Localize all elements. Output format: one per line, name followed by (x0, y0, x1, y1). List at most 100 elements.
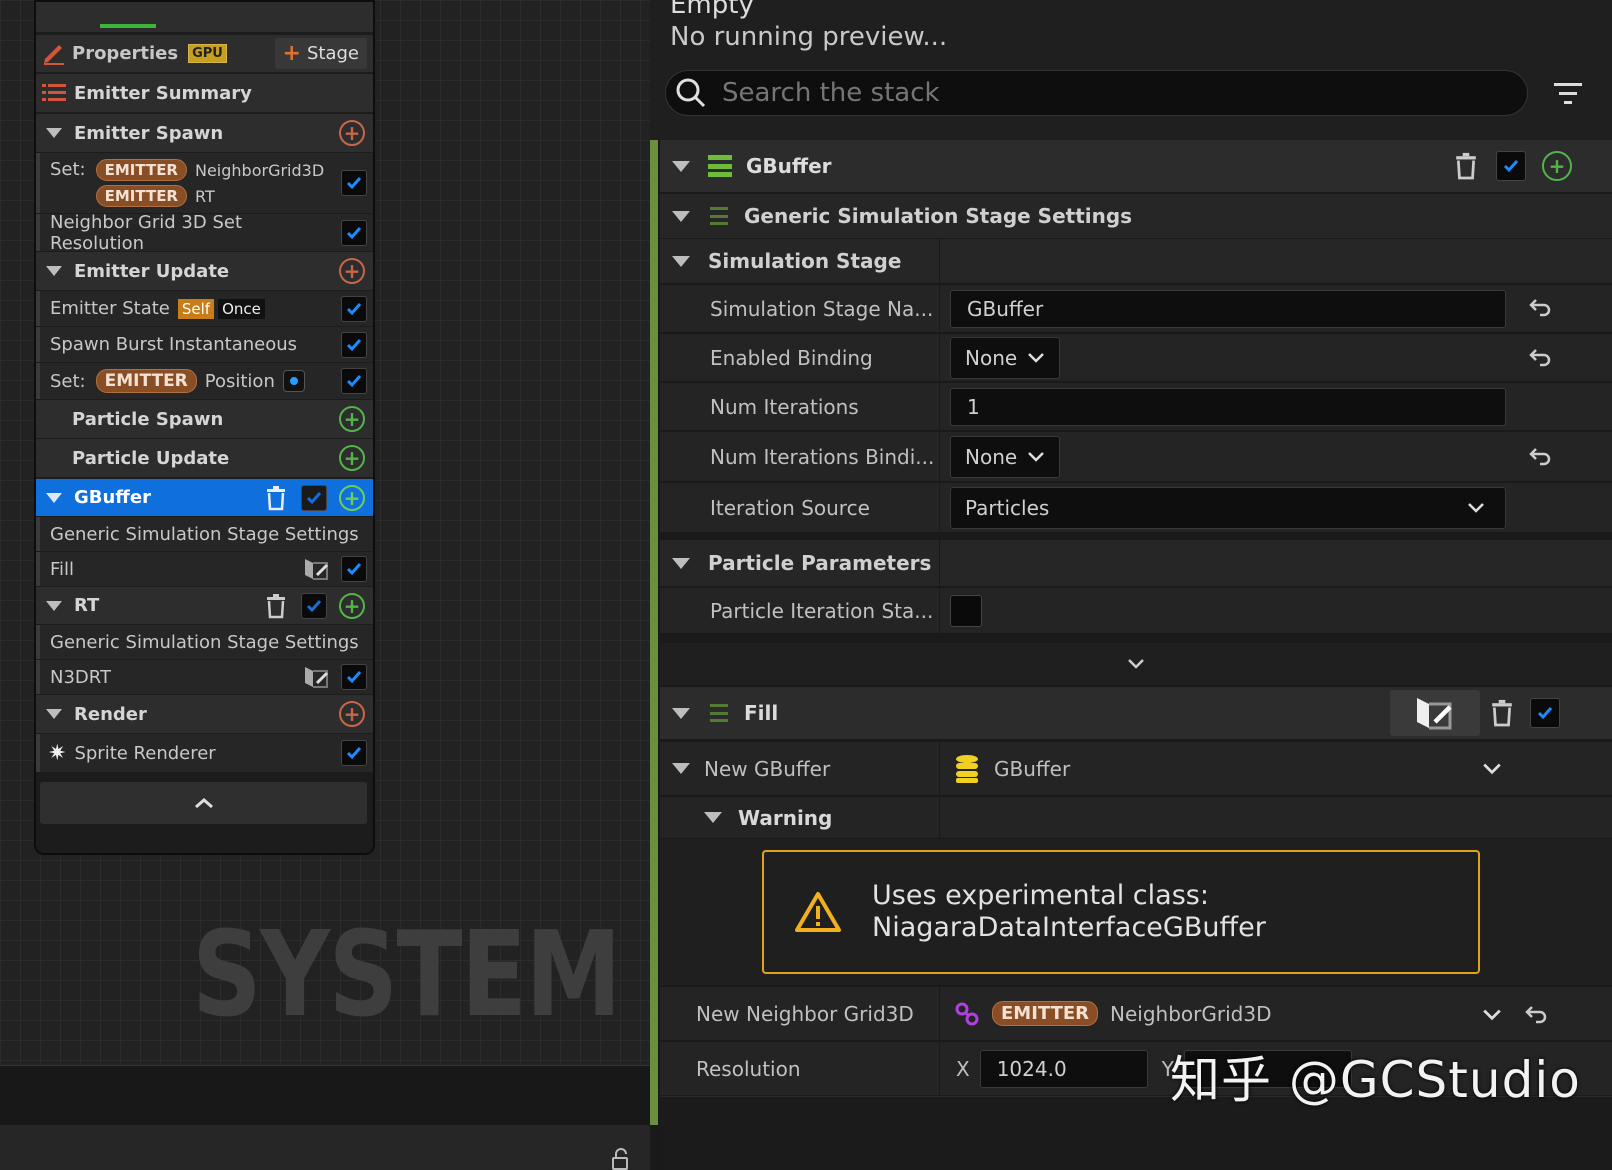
fill-header-row[interactable]: Fill (660, 687, 1612, 739)
collapse-arrow-icon[interactable] (672, 160, 690, 172)
show-advanced-row[interactable] (660, 643, 1612, 685)
collapse-arrow-icon[interactable] (672, 763, 690, 774)
iteration-source-dropdown[interactable]: Particles (950, 486, 1506, 529)
neighbor-grid-resolution-row[interactable]: Neighbor Grid 3D Set Resolution (36, 212, 373, 254)
enable-checkbox[interactable] (341, 219, 367, 246)
add-renderer-icon[interactable]: + (339, 701, 365, 727)
collapse-node-button[interactable] (40, 782, 367, 824)
generic-settings-row[interactable]: Generic Simulation Stage Settings (660, 194, 1612, 238)
warning-category[interactable]: Warning (660, 796, 1612, 838)
particle-update-header[interactable]: Particle Update + (36, 439, 373, 477)
check-icon (346, 302, 362, 315)
reset-arrow-icon[interactable] (1528, 446, 1554, 468)
filter-icon[interactable] (1553, 80, 1583, 106)
enable-checkbox[interactable] (301, 484, 327, 511)
stack-view[interactable]: GBuffer + Generic Simulation Stage Setti… (650, 140, 1612, 1170)
gbuffer-settings-row[interactable]: Generic Simulation Stage Settings (36, 517, 373, 551)
enable-checkbox[interactable] (341, 295, 367, 322)
enable-checkbox[interactable] (1530, 698, 1560, 728)
n3drt-module-row[interactable]: N3DRT (36, 660, 373, 694)
search-input[interactable] (722, 78, 1482, 108)
emitter-node[interactable]: Properties GPU + Stage Emitter Summary E… (34, 0, 375, 855)
enable-checkbox[interactable] (341, 740, 367, 766)
chevron-up-icon (194, 798, 213, 809)
collapse-arrow-icon[interactable] (672, 255, 690, 267)
trash-icon[interactable] (1454, 151, 1478, 181)
module-label: Fill (50, 558, 75, 580)
stage-name-input[interactable]: GBuffer (950, 289, 1506, 328)
reset-arrow-icon[interactable] (1528, 347, 1554, 369)
chevron-down-icon (1028, 451, 1045, 462)
emitter-update-header[interactable]: Emitter Update + (36, 252, 373, 290)
enable-checkbox[interactable] (341, 331, 367, 358)
collapse-arrow-icon[interactable] (672, 707, 690, 719)
enable-checkbox[interactable] (1496, 151, 1526, 181)
simulation-stage-category[interactable]: Simulation Stage (660, 239, 1612, 283)
scratch-pad-icon[interactable] (303, 665, 331, 689)
emitter-spawn-set-row[interactable]: Set: EMITTER NeighborGrid3D EMITTER RT (36, 153, 373, 213)
sprite-burst-icon: ✷ (48, 740, 67, 766)
scratch-pad-button[interactable] (1390, 690, 1480, 736)
add-module-icon[interactable]: + (1542, 151, 1572, 181)
rt-settings-row[interactable]: Generic Simulation Stage Settings (36, 625, 373, 659)
experimental-warning-box: Uses experimental class: NiagaraDataInter… (762, 850, 1480, 974)
add-module-icon[interactable]: + (339, 592, 365, 619)
stack-search[interactable] (665, 70, 1528, 116)
lock-icon[interactable] (610, 1148, 632, 1170)
reset-arrow-icon[interactable] (1524, 1004, 1550, 1026)
collapse-arrow-icon[interactable] (672, 557, 690, 569)
set-position-row[interactable]: Set: EMITTER Position (36, 363, 373, 399)
add-module-icon[interactable]: + (339, 258, 365, 284)
enable-checkbox[interactable] (341, 170, 367, 196)
chevron-down-icon[interactable] (1482, 762, 1502, 776)
node-topbar (36, 2, 373, 32)
warning-icon (795, 892, 841, 932)
resolution-x-input[interactable]: 1024.0 (979, 1049, 1148, 1088)
collapse-arrow-icon[interactable] (704, 812, 722, 823)
collapse-arrow-icon[interactable] (672, 210, 690, 222)
num-iterations-binding-dropdown[interactable]: None (950, 435, 1061, 478)
particle-spawn-title: Particle Spawn (72, 408, 224, 430)
collapse-arrow-icon[interactable] (46, 709, 62, 719)
collapse-arrow-icon[interactable] (46, 128, 62, 138)
collapse-arrow-icon[interactable] (46, 266, 62, 276)
add-module-icon[interactable]: + (339, 406, 365, 432)
chevron-down-icon (1128, 659, 1144, 669)
particle-parameters-category[interactable]: Particle Parameters (660, 540, 1612, 586)
new-neighbor-grid-value[interactable]: EMITTER NeighborGrid3D (940, 987, 1612, 1040)
enable-checkbox[interactable] (341, 368, 367, 394)
gbuffer-stage-header[interactable]: GBuffer + (36, 479, 373, 516)
emitter-state-row[interactable]: Emitter State Self Once (36, 291, 373, 326)
add-module-icon[interactable]: + (339, 445, 365, 471)
new-gbuffer-value[interactable]: GBuffer (940, 742, 1612, 795)
scratch-pad-icon[interactable] (303, 557, 331, 581)
properties-row[interactable]: Properties GPU + Stage (36, 35, 373, 72)
spawn-burst-row[interactable]: Spawn Burst Instantaneous (36, 327, 373, 362)
trash-icon[interactable] (265, 593, 287, 619)
collapse-arrow-icon[interactable] (46, 492, 62, 503)
num-iterations-input[interactable]: 1 (950, 387, 1506, 426)
reset-arrow-icon[interactable] (1528, 297, 1554, 319)
trash-icon[interactable] (1490, 698, 1514, 728)
enabled-binding-dropdown[interactable]: None (950, 336, 1061, 379)
sprite-renderer-row[interactable]: ✷ Sprite Renderer (36, 734, 373, 772)
rt-stage-header[interactable]: RT + (36, 587, 373, 624)
enable-checkbox[interactable] (341, 556, 367, 582)
generic-settings-title: Generic Simulation Stage Settings (744, 204, 1133, 228)
add-module-icon[interactable]: + (339, 120, 365, 146)
add-module-icon[interactable]: + (339, 484, 365, 511)
particle-spawn-header[interactable]: Particle Spawn + (36, 400, 373, 438)
render-header[interactable]: Render + (36, 695, 373, 733)
gbuffer-header-row[interactable]: GBuffer + (660, 140, 1612, 192)
num-iterations-binding-row: Num Iterations Bindi... None (660, 431, 1612, 481)
particle-iteration-checkbox[interactable] (950, 594, 982, 627)
emitter-spawn-header[interactable]: Emitter Spawn + (36, 114, 373, 152)
emitter-summary-row[interactable]: Emitter Summary (36, 74, 373, 112)
enable-checkbox[interactable] (341, 664, 367, 690)
enable-checkbox[interactable] (301, 592, 327, 619)
chevron-down-icon[interactable] (1482, 1008, 1502, 1022)
fill-module-row[interactable]: Fill (36, 552, 373, 586)
trash-icon[interactable] (265, 485, 287, 511)
add-stage-button[interactable]: + Stage (274, 38, 367, 69)
collapse-arrow-icon[interactable] (46, 600, 62, 611)
